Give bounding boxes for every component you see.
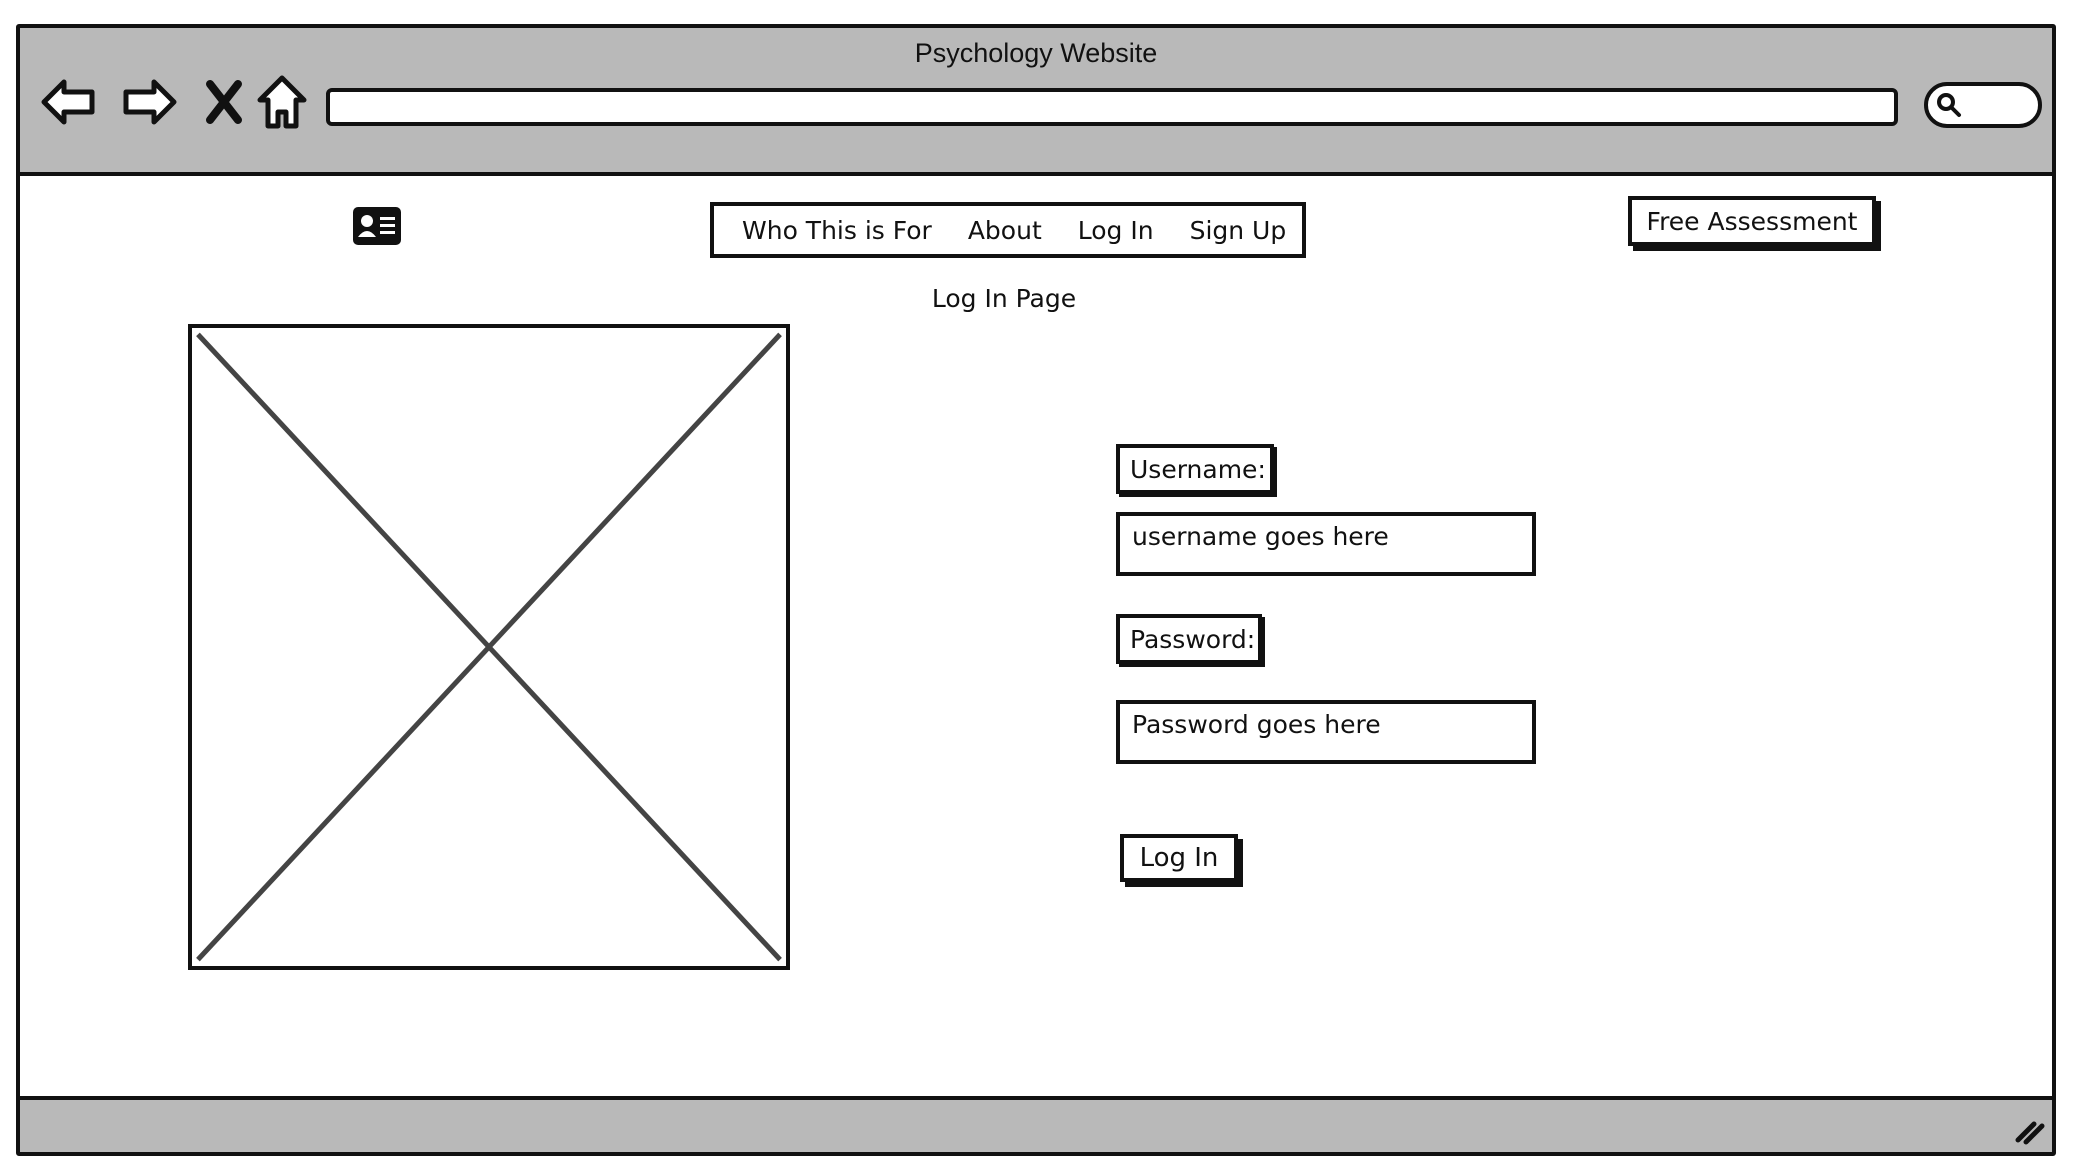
home-icon[interactable] (250, 70, 314, 134)
resize-grip-icon[interactable] (2012, 1112, 2046, 1146)
search-icon (1937, 93, 1961, 117)
nav-item-sign-up[interactable]: Sign Up (1190, 216, 1287, 245)
search-box[interactable] (1924, 82, 2042, 128)
password-field[interactable]: Password goes here (1116, 700, 1536, 764)
window-title: Psychology Website (914, 38, 1158, 68)
close-x-icon[interactable] (192, 70, 256, 134)
main-navigation: Who This is For About Log In Sign Up (710, 202, 1306, 258)
password-label: Password: (1116, 614, 1262, 664)
back-arrow-icon[interactable] (38, 70, 102, 134)
browser-titlebar: Psychology Website (20, 28, 2052, 176)
browser-statusbar (20, 1096, 2052, 1152)
nav-item-about[interactable]: About (968, 216, 1042, 245)
username-field[interactable]: username goes here (1116, 512, 1536, 576)
nav-item-who-this-is-for[interactable]: Who This is For (742, 216, 932, 245)
browser-window: Psychology Website Who This is For About… (16, 24, 2056, 1156)
nav-item-log-in[interactable]: Log In (1078, 216, 1154, 245)
free-assessment-button[interactable]: Free Assessment (1628, 196, 1876, 246)
page-content: Who This is For About Log In Sign Up Fre… (20, 176, 2052, 1100)
address-bar[interactable] (326, 88, 1898, 126)
username-label: Username: (1116, 444, 1274, 494)
id-card-icon (353, 207, 401, 245)
page-title: Log In Page (931, 284, 1077, 313)
forward-arrow-icon[interactable] (116, 70, 180, 134)
image-placeholder-x (192, 328, 786, 966)
image-placeholder (188, 324, 790, 970)
log-in-button[interactable]: Log In (1120, 834, 1238, 882)
